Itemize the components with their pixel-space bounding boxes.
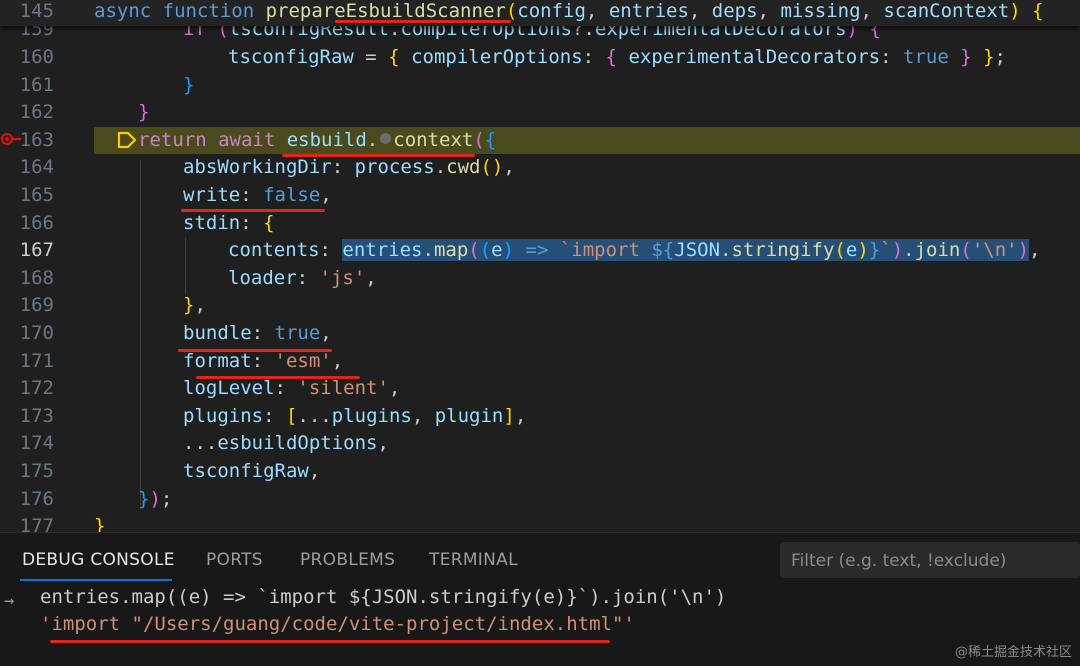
active-tab-indicator (20, 579, 172, 581)
code-text: tsconfigRaw, (183, 460, 321, 482)
code-text: absWorkingDir: process.cwd(), (183, 156, 515, 179)
line-number: 160 (19, 46, 54, 68)
code-text: }); (138, 487, 173, 510)
code-text: contents: entries.map((e) => `import ${J… (228, 239, 1041, 262)
code-line-176: 176 }); (0, 486, 1080, 514)
tab-problems[interactable]: PROBLEMS (300, 550, 395, 570)
bottom-panel: DEBUG CONSOLE PORTS PROBLEMS TERMINAL → … (0, 532, 1080, 666)
code-text: plugins: [...plugins, plugin], (183, 404, 527, 427)
code-line-162: 162 } (0, 99, 1080, 127)
annotation-underline (335, 20, 511, 23)
code-line-173: 173 plugins: [...plugins, plugin], (0, 403, 1080, 431)
inline-breakpoint-dot-icon[interactable] (380, 133, 392, 145)
code-line-166: 166 stdin: { (0, 210, 1080, 238)
annotation-underline (282, 154, 475, 157)
code-text: async function prepareEsbuildScanner(con… (94, 0, 1044, 22)
code-line-171: 171 format: 'esm', (0, 348, 1080, 376)
console-input-echo[interactable]: entries.map((e) => `import ${JSON.string… (40, 586, 726, 608)
code-text: ...esbuildOptions, (183, 432, 389, 455)
watermark: @稀土掘金技术社区 (954, 645, 1072, 660)
line-number: 175 (19, 460, 54, 482)
tab-ports[interactable]: PORTS (206, 550, 263, 570)
code-line-168: 168 loader: 'js', (0, 265, 1080, 293)
annotation-underline (181, 209, 325, 212)
line-number: 174 (19, 432, 54, 455)
console-filter (780, 542, 1080, 580)
code-line-172: 172 logLevel: 'silent', (0, 375, 1080, 403)
annotation-underline (178, 349, 332, 352)
line-number: 165 (19, 184, 54, 206)
code-line-164: 164 absWorkingDir: process.cwd(), (0, 154, 1080, 182)
line-number: 166 (19, 211, 54, 234)
line-number: 172 (19, 377, 54, 400)
line-number: 168 (19, 266, 54, 289)
line-number: 164 (19, 156, 54, 179)
line-number: 161 (19, 73, 54, 96)
selected-expression[interactable]: entries.map((e) => `import ${JSON.string… (342, 239, 1030, 262)
code-text: logLevel: 'silent', (183, 377, 401, 400)
code-line-167: 167 contents: entries.map((e) => `import… (0, 237, 1080, 265)
code-text: } (94, 515, 106, 532)
code-text: } (138, 101, 150, 124)
code-line-170: 170 bundle: true, (0, 320, 1080, 348)
line-number: 176 (19, 487, 54, 510)
code-line-169: 169 }, (0, 292, 1080, 320)
code-text: tsconfigRaw = { compilerOptions: { exper… (228, 46, 1006, 68)
line-number: 145 (19, 0, 54, 22)
sticky-scroll-line[interactable]: 145 async function prepareEsbuildScanner… (0, 0, 1080, 26)
code-line-177: 177 } (0, 513, 1080, 532)
line-number: 170 (19, 322, 54, 344)
debug-step-icon[interactable] (117, 131, 137, 149)
code-text: return await esbuild. context({ (138, 128, 497, 151)
code-line-163: 163 return await esbuild. context({ (0, 126, 1080, 155)
code-text: bundle: true, (183, 322, 332, 344)
line-number: 171 (19, 349, 54, 372)
line-number: 177 (19, 515, 54, 532)
code-line-175: 175 tsconfigRaw, (0, 458, 1080, 486)
line-number: 173 (19, 404, 54, 427)
filter-input[interactable] (780, 542, 1080, 580)
line-number: 169 (19, 294, 54, 317)
code-line-161: 161 } (0, 72, 1080, 100)
line-number: 163 (19, 128, 54, 151)
console-input-arrow-icon: → (4, 591, 15, 611)
annotation-underline (196, 376, 360, 379)
line-number: 162 (19, 101, 54, 124)
console-output-value[interactable]: 'import "/Users/guang/code/vite-project/… (40, 613, 635, 635)
tab-terminal[interactable]: TERMINAL (429, 550, 518, 570)
code-line-165: 165 write: false, (0, 182, 1080, 210)
annotation-underline (50, 640, 610, 643)
code-text: write: false, (183, 184, 332, 206)
code-text: stdin: { (183, 211, 275, 234)
code-line-174: 174 ...esbuildOptions, (0, 430, 1080, 458)
code-text: } (183, 73, 195, 96)
line-number: 167 (19, 239, 54, 262)
code-editor[interactable]: 159 if (tsconfigResult.compilerOptions?.… (0, 0, 1080, 532)
code-line-160: 160 tsconfigRaw = { compilerOptions: { e… (0, 44, 1080, 72)
code-text: loader: 'js', (228, 266, 377, 289)
tab-debug-console[interactable]: DEBUG CONSOLE (22, 550, 175, 570)
code-text: }, (183, 294, 206, 317)
